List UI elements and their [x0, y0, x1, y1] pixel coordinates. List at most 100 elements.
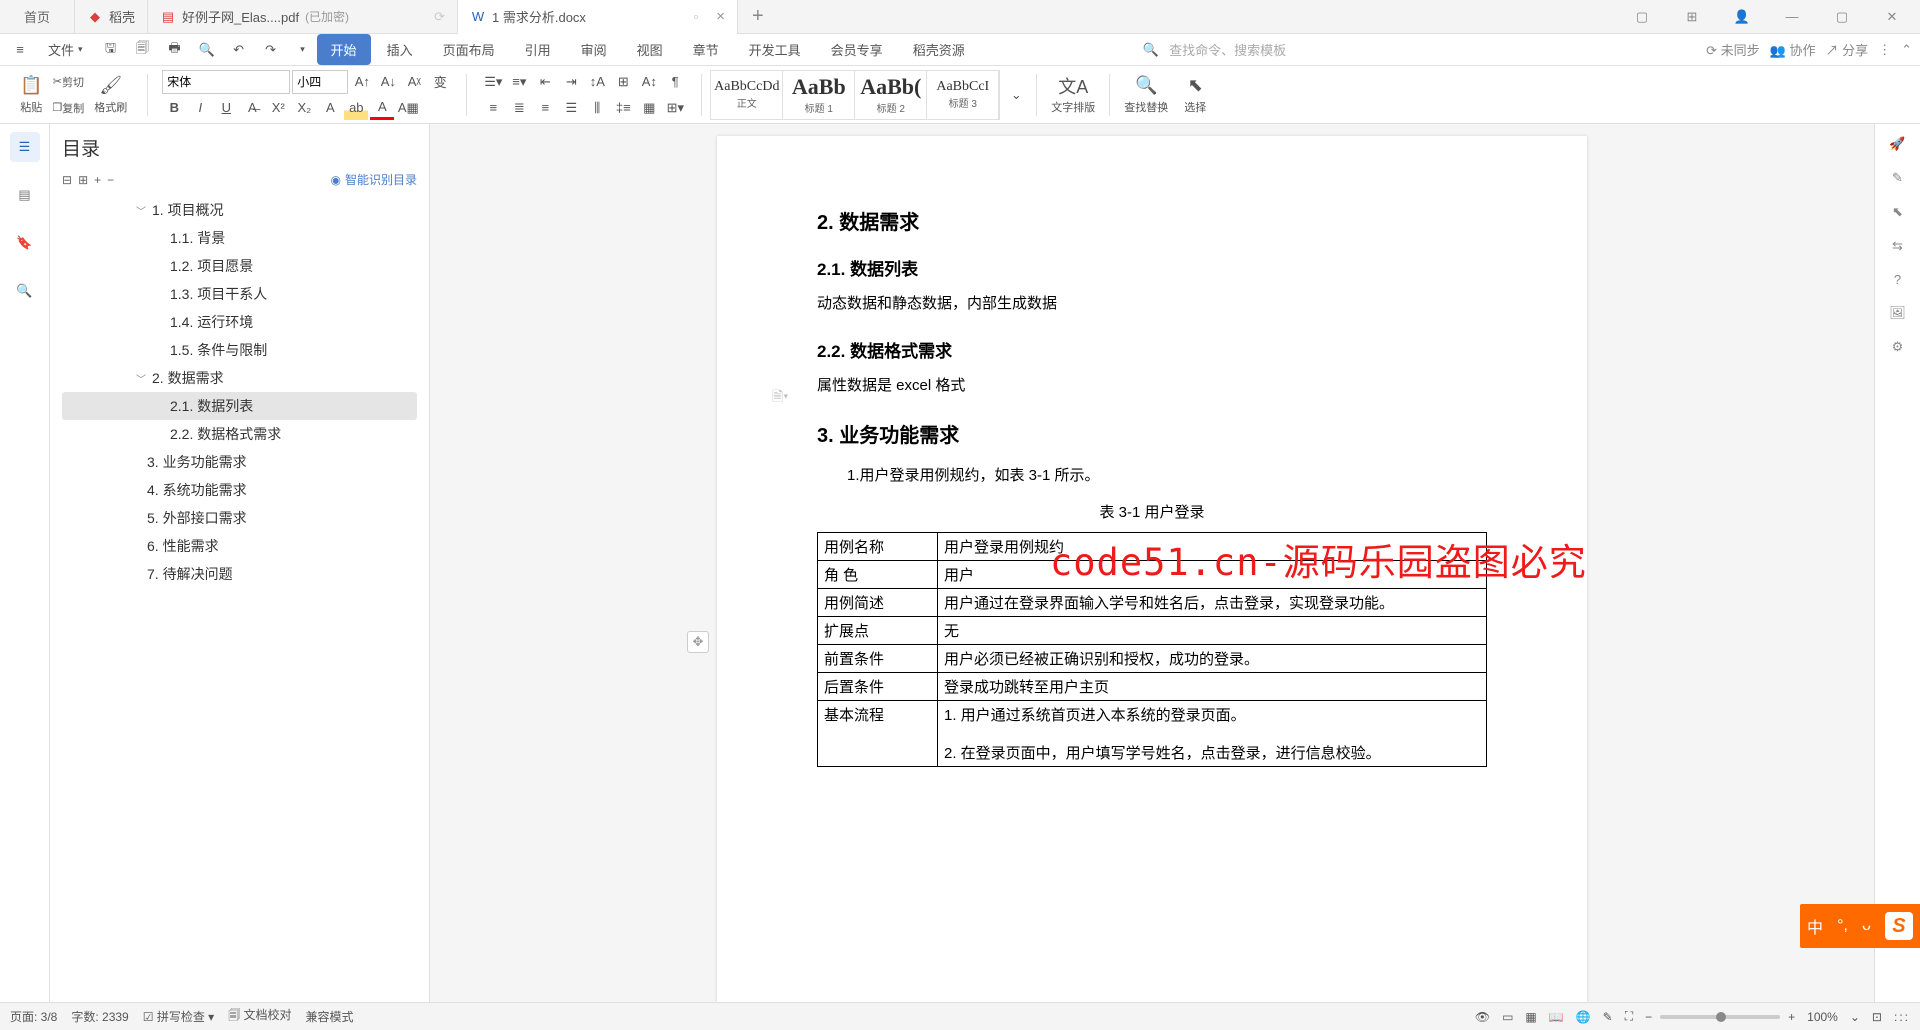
- bullets-button[interactable]: ☰▾: [481, 70, 505, 94]
- select-button[interactable]: ⬉选择: [1178, 73, 1212, 117]
- pencil-icon[interactable]: ✎: [1892, 170, 1903, 186]
- align-objects-button[interactable]: ⊞: [611, 70, 635, 94]
- font-name-combo[interactable]: [162, 70, 290, 94]
- zoom-value[interactable]: 100%: [1807, 1010, 1838, 1024]
- toc-item[interactable]: 6. 性能需求: [62, 532, 417, 560]
- toc-item[interactable]: 2.2. 数据格式需求: [62, 420, 417, 448]
- text-effects-button[interactable]: A: [318, 96, 342, 120]
- file-menu[interactable]: 文件▾: [40, 40, 91, 59]
- maximize-button[interactable]: ▢: [1824, 2, 1860, 32]
- table-move-handle-icon[interactable]: ✥: [687, 631, 709, 653]
- toc-item[interactable]: 1.2. 项目愿景: [62, 252, 417, 280]
- text-direction-button[interactable]: ↕A: [585, 70, 609, 94]
- view-read-icon[interactable]: 📖: [1549, 1010, 1564, 1024]
- bookmark-rail-icon[interactable]: 🔖: [10, 228, 40, 258]
- clear-format-icon[interactable]: Aᵡ: [402, 70, 426, 94]
- font-size-combo[interactable]: [292, 70, 348, 94]
- eye-icon[interactable]: 👁: [1475, 1010, 1490, 1024]
- line-spacing-button[interactable]: ‡≡: [611, 96, 635, 120]
- view-edit-icon[interactable]: ✎: [1603, 1010, 1613, 1024]
- font-color-button[interactable]: A: [370, 96, 394, 120]
- format-painter-button[interactable]: 🖌格式刷: [88, 73, 133, 117]
- view-outline-icon[interactable]: ▦: [1525, 1010, 1536, 1024]
- view-print-icon[interactable]: ▭: [1502, 1010, 1513, 1024]
- preview-icon[interactable]: 🔍: [195, 38, 219, 62]
- page-indicator[interactable]: 页面: 3/8: [10, 1008, 57, 1025]
- help-icon[interactable]: ?: [1894, 272, 1901, 287]
- show-marks-button[interactable]: ¶: [663, 70, 687, 94]
- toc-item[interactable]: 2.1. 数据列表: [62, 392, 417, 420]
- fullscreen-icon[interactable]: ⛶: [1625, 1009, 1633, 1024]
- close-icon[interactable]: ×: [716, 8, 725, 25]
- numbering-button[interactable]: ≡▾: [507, 70, 531, 94]
- docverify-button[interactable]: 🗐 文档校对: [228, 1006, 291, 1027]
- redo-icon[interactable]: ↷: [259, 38, 283, 62]
- menutab-review[interactable]: 审阅: [567, 34, 621, 65]
- minimize-button[interactable]: —: [1774, 2, 1810, 32]
- highlight-button[interactable]: ab: [344, 96, 368, 120]
- toc-collapse-icon[interactable]: ⊟: [62, 173, 72, 187]
- bold-button[interactable]: B: [162, 96, 186, 120]
- subscript-button[interactable]: X₂: [292, 96, 316, 120]
- menutab-insert[interactable]: 插入: [373, 34, 427, 65]
- borders-button[interactable]: ⊞▾: [663, 96, 687, 120]
- collapse-ribbon-icon[interactable]: ⌃: [1901, 42, 1912, 58]
- image-tool-icon[interactable]: 🖼: [1889, 305, 1906, 321]
- underline-button[interactable]: U: [214, 96, 238, 120]
- tab-docer[interactable]: ◆ 稻壳: [75, 0, 148, 34]
- document-area[interactable]: code51.cn-源码乐园盗图必究 🗎▾ 2. 数据需求 2.1. 数据列表 …: [430, 124, 1874, 1002]
- save-as-icon[interactable]: 🗐: [131, 38, 155, 62]
- toc-item[interactable]: ﹀1. 项目概况: [62, 196, 417, 224]
- zoom-in-icon[interactable]: +: [1788, 1010, 1795, 1024]
- print-icon[interactable]: 🖶: [163, 38, 187, 62]
- phonetic-icon[interactable]: 变: [428, 70, 452, 94]
- toc-add-icon[interactable]: +: [94, 173, 101, 187]
- search-icon[interactable]: 🔍: [1143, 42, 1159, 58]
- style-body[interactable]: AaBbCcDd正文: [711, 71, 783, 119]
- copy-button[interactable]: ❐ 复制: [52, 96, 84, 120]
- chevron-down-icon[interactable]: ﹀: [134, 203, 148, 218]
- menutab-start[interactable]: 开始: [317, 34, 371, 65]
- cursor-icon[interactable]: ⬉: [1892, 204, 1903, 220]
- view-web-icon[interactable]: 🌐: [1576, 1010, 1591, 1024]
- typeset-button[interactable]: 文A文字排版: [1045, 73, 1101, 117]
- paste-button[interactable]: 📋粘贴: [14, 73, 48, 117]
- style-heading3[interactable]: AaBbCcI标题 3: [927, 71, 999, 119]
- tab-restore-icon[interactable]: ⟳: [434, 9, 445, 25]
- align-justify-button[interactable]: ☰: [559, 96, 583, 120]
- menutab-reference[interactable]: 引用: [511, 34, 565, 65]
- spellcheck-button[interactable]: ☑ 拼写检查 ▾: [143, 1008, 214, 1025]
- undo-icon[interactable]: ↶: [227, 38, 251, 62]
- zoom-slider[interactable]: − +: [1645, 1010, 1795, 1024]
- tab-pdf[interactable]: ▤ 好例子网_Elas....pdf (已加密) ⟳: [148, 0, 458, 34]
- skin-icon[interactable]: ▢: [1624, 2, 1660, 32]
- shading-button[interactable]: ▦: [637, 96, 661, 120]
- toc-item[interactable]: 5. 外部接口需求: [62, 504, 417, 532]
- align-center-button[interactable]: ≣: [507, 96, 531, 120]
- styles-gallery[interactable]: AaBbCcDd正文 AaBb标题 1 AaBb(标题 2 AaBbCcI标题 …: [710, 70, 1000, 120]
- fit-page-icon[interactable]: ⊡: [1872, 1010, 1882, 1024]
- menutab-vip[interactable]: 会员专享: [817, 34, 897, 65]
- share-button[interactable]: ↗ 分享: [1825, 40, 1868, 59]
- menutab-devtools[interactable]: 开发工具: [735, 34, 815, 65]
- gear-icon[interactable]: ⚙: [1892, 339, 1904, 355]
- toc-remove-icon[interactable]: −: [107, 173, 114, 187]
- italic-button[interactable]: I: [188, 96, 212, 120]
- findreplace-button[interactable]: 🔍查找替换: [1118, 73, 1174, 117]
- toc-expand-icon[interactable]: ⊞: [78, 173, 88, 187]
- toc-item[interactable]: ﹀2. 数据需求: [62, 364, 417, 392]
- shrink-font-icon[interactable]: A↓: [376, 70, 400, 94]
- more-status-icon[interactable]: :::: [1894, 1010, 1910, 1024]
- tab-doc-active[interactable]: W 1 需求分析.docx ▫ ×: [458, 0, 738, 34]
- style-heading2[interactable]: AaBb(标题 2: [855, 71, 927, 119]
- word-count[interactable]: 字数: 2339: [71, 1008, 128, 1025]
- char-shading-button[interactable]: A▦: [396, 96, 420, 120]
- zoom-dropdown-icon[interactable]: ⌄: [1850, 1010, 1860, 1024]
- toc-item[interactable]: 3. 业务功能需求: [62, 448, 417, 476]
- unsync-button[interactable]: ⟳ 未同步: [1706, 40, 1760, 59]
- superscript-button[interactable]: X²: [266, 96, 290, 120]
- strike-button[interactable]: A̶: [240, 96, 264, 120]
- grow-font-icon[interactable]: A↑: [350, 70, 374, 94]
- new-tab-button[interactable]: +: [738, 5, 778, 28]
- toc-item[interactable]: 7. 待解决问题: [62, 560, 417, 588]
